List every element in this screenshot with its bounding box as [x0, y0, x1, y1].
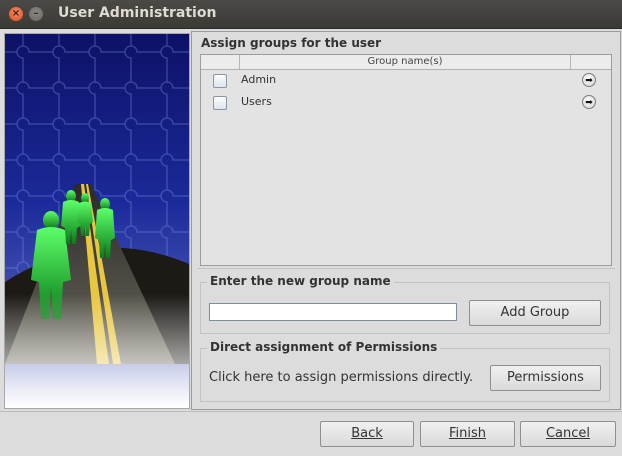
- group-name-users: Users: [241, 95, 272, 108]
- permissions-button[interactable]: Permissions: [490, 365, 601, 391]
- table-row[interactable]: Admin ➡: [201, 70, 611, 92]
- user-administration-window: × – User Administration Assign groups fo…: [0, 0, 622, 456]
- cancel-label: Cancel: [545, 426, 591, 441]
- permissions-section: Direct assignment of Permissions Click h…: [200, 340, 610, 402]
- group-name-input[interactable]: [209, 303, 457, 321]
- column-header-group-name[interactable]: Group name(s): [240, 55, 571, 69]
- section-divider: [197, 268, 615, 269]
- new-group-title: Enter the new group name: [207, 274, 394, 288]
- arrow-right-icon[interactable]: ➡: [582, 73, 596, 87]
- footer-divider: [0, 411, 622, 412]
- assign-groups-title: Assign groups for the user: [201, 36, 382, 50]
- table-header: Group name(s): [201, 55, 611, 70]
- permissions-description: Click here to assign permissions directl…: [209, 370, 474, 385]
- admin-checkbox[interactable]: [213, 74, 227, 88]
- assign-groups-section: Assign groups for the user Group name(s)…: [197, 34, 612, 266]
- arrow-right-icon[interactable]: ➡: [582, 95, 596, 109]
- close-icon[interactable]: ×: [9, 7, 23, 21]
- minimize-icon[interactable]: –: [29, 7, 43, 21]
- window-title: User Administration: [58, 5, 217, 21]
- permissions-title: Direct assignment of Permissions: [207, 340, 441, 354]
- group-name-admin: Admin: [241, 73, 277, 86]
- content-panel: Assign groups for the user Group name(s)…: [191, 31, 621, 410]
- add-group-button[interactable]: Add Group: [469, 300, 601, 326]
- back-label: Back: [351, 426, 383, 441]
- table-row[interactable]: Users ➡: [201, 92, 611, 114]
- finish-label: Finish: [448, 426, 486, 441]
- finish-button[interactable]: Finish: [420, 421, 515, 447]
- users-checkbox[interactable]: [213, 96, 227, 110]
- new-group-section: Enter the new group name Add Group: [200, 274, 610, 334]
- cancel-button[interactable]: Cancel: [520, 421, 616, 447]
- groups-table: Group name(s) Admin ➡ Users ➡: [200, 54, 612, 266]
- column-header-check[interactable]: [201, 55, 240, 69]
- puzzle-road-image: [4, 33, 190, 409]
- back-button[interactable]: Back: [320, 421, 414, 447]
- title-bar: × – User Administration: [0, 0, 622, 29]
